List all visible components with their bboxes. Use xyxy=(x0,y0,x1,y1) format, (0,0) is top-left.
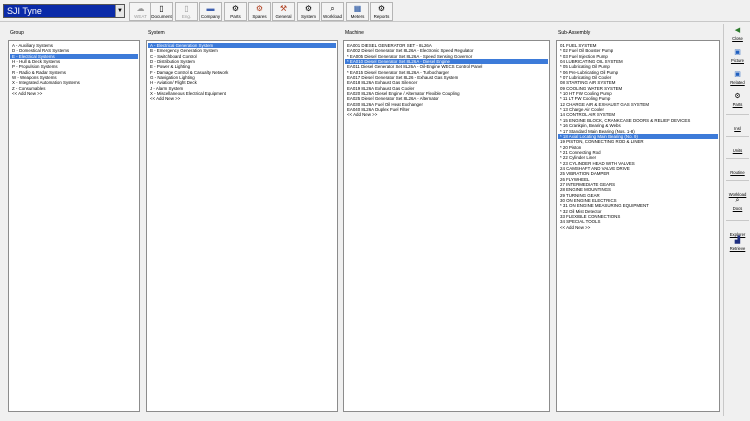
routine-button[interactable]: Routine xyxy=(725,160,750,178)
meters-icon: ▦ xyxy=(353,4,362,13)
vessel-name: SJI Tyne xyxy=(7,6,42,16)
insl-button[interactable]: Insl xyxy=(725,116,750,134)
meters-button[interactable]: ▦ Meters xyxy=(346,2,369,21)
company-icon: ▬ xyxy=(206,4,215,13)
docs-button[interactable]: ⌕ Docs xyxy=(725,196,750,214)
chevron-down-icon[interactable]: ▼ xyxy=(115,5,124,17)
reports-icon: ⚙ xyxy=(377,4,386,13)
document-button[interactable]: ▯ Document xyxy=(150,2,173,21)
separator xyxy=(726,158,749,159)
group-list[interactable]: A - Auxiliary Systems D - Domestical RAS … xyxy=(8,40,140,412)
group-label: Group xyxy=(10,30,24,36)
engine-icon: ▯ xyxy=(184,4,189,13)
parts-button[interactable]: ⚙ Parts xyxy=(224,2,247,21)
company-button[interactable]: ▬ Company xyxy=(199,2,222,21)
spares-icon: ⚙ xyxy=(255,4,264,13)
weather-button[interactable]: ☁ WEAT xyxy=(129,2,152,21)
machine-label: Machine xyxy=(345,30,364,36)
parts-icon: ⚙ xyxy=(231,4,240,13)
related-button[interactable]: ▣ Related xyxy=(725,70,750,88)
document-icon: ▯ xyxy=(159,4,164,13)
reports-button[interactable]: ⚙ Reports xyxy=(370,2,393,21)
separator xyxy=(726,136,749,137)
picture-button[interactable]: ▣ Picture xyxy=(725,48,750,66)
system-list[interactable]: A - Electrical Generation System B - Emer… xyxy=(146,40,338,412)
retrieve-button[interactable]: ▟ Retrieve xyxy=(725,236,750,254)
separator xyxy=(726,180,749,181)
system-button[interactable]: ⚙ System xyxy=(297,2,320,21)
subassembly-list[interactable]: 01 FUEL SYSTEM * 02 Fuel Oil Booster Pump… xyxy=(556,40,720,412)
general-button[interactable]: ⚒ General xyxy=(272,2,295,21)
system-label: System xyxy=(148,30,165,36)
retrieve-icon: ▟ xyxy=(734,237,741,244)
spares-button[interactable]: ⚙ Spares xyxy=(248,2,271,21)
picture-icon: ▣ xyxy=(734,49,741,56)
parts-side-button[interactable]: ⚙ Parts xyxy=(725,92,750,110)
related-icon: ▣ xyxy=(734,71,741,78)
close-button[interactable]: ◀ Close xyxy=(725,26,750,44)
system-icon: ⚙ xyxy=(304,4,313,13)
group-list-item[interactable]: << Add New >> xyxy=(10,91,138,96)
units-button[interactable]: Units xyxy=(725,138,750,156)
right-toolbar: ◀ Close ▣ Picture ▣ Related ⚙ Parts Insl… xyxy=(723,24,750,416)
weather-icon: ☁ xyxy=(136,4,145,13)
engine-button[interactable]: ▯ Eng. xyxy=(175,2,198,21)
separator xyxy=(726,114,749,115)
vessel-select[interactable]: SJI Tyne ▼ xyxy=(3,4,125,18)
top-toolbar: SJI Tyne ▼ ☁ WEAT ▯ Document ▯ Eng. ▬ Co… xyxy=(0,0,750,22)
subassembly-list-item[interactable]: << Add New >> xyxy=(558,225,718,230)
parts-icon: ⚙ xyxy=(734,93,741,100)
subassembly-label: Sub-Assembly xyxy=(558,30,591,36)
general-icon: ⚒ xyxy=(279,4,288,13)
system-list-item[interactable]: << Add New >> xyxy=(148,96,336,101)
docs-icon: ⌕ xyxy=(735,197,740,204)
workload-icon: ⌕ xyxy=(330,4,335,13)
close-icon: ◀ xyxy=(734,27,741,34)
machine-list-item[interactable]: << Add New >> xyxy=(345,112,548,117)
machine-list[interactable]: EA001 DIESEL GENERATOR SET - 8L26A EA002 … xyxy=(343,40,550,412)
separator xyxy=(726,220,749,221)
workload-button[interactable]: ⌕ Workload xyxy=(321,2,344,21)
